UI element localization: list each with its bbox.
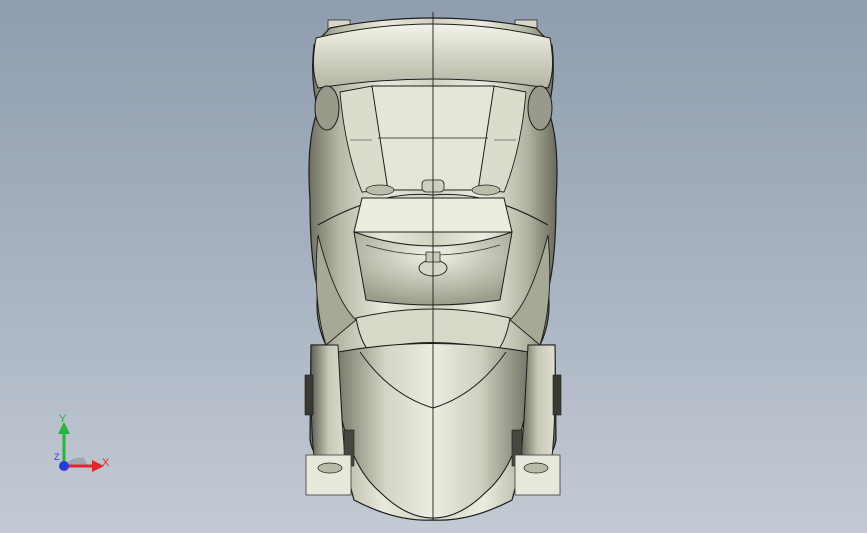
x-axis-label: X [102, 457, 110, 469]
axis-triad-graphic [58, 422, 104, 472]
z-axis-label: Z [54, 452, 60, 462]
axis-triad: Y X Z [40, 410, 120, 480]
y-axis-label: Y [59, 413, 67, 425]
car-body-model[interactable] [0, 0, 867, 533]
3d-viewport[interactable]: Y X Z [0, 0, 867, 533]
